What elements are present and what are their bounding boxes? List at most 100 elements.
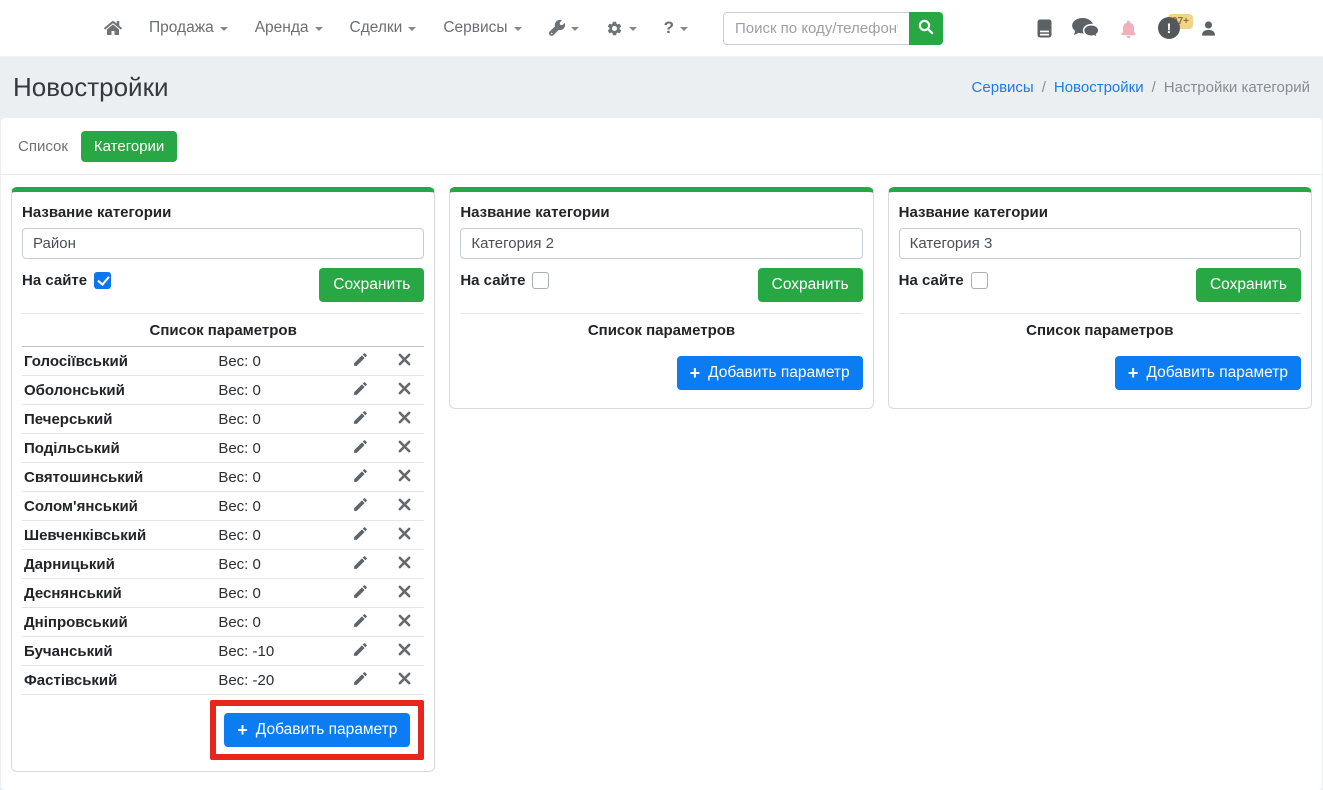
param-row: Солом'янський Вес: 0 xyxy=(22,492,424,521)
edit-param-button[interactable] xyxy=(336,554,384,575)
onsite-checkbox[interactable] xyxy=(971,272,988,289)
onsite-label: На сайте xyxy=(22,272,87,289)
onsite-row: На сайте Сохранить xyxy=(460,268,862,302)
param-row: Деснянський Вес: 0 xyxy=(22,579,424,608)
edit-param-button[interactable] xyxy=(336,409,384,430)
pencil-icon xyxy=(352,525,369,546)
edit-param-button[interactable] xyxy=(336,496,384,517)
search-button[interactable] xyxy=(909,12,943,45)
breadcrumb-link-novostroyki[interactable]: Новостройки xyxy=(1054,79,1144,96)
onsite-label: На сайте xyxy=(460,272,525,289)
add-param-button[interactable]: + Добавить параметр xyxy=(224,713,410,747)
edit-param-button[interactable] xyxy=(336,670,384,691)
search-group xyxy=(723,12,943,45)
add-param-row: + Добавить параметр xyxy=(22,695,424,763)
delete-param-button[interactable] xyxy=(384,498,424,515)
delete-param-button[interactable] xyxy=(384,382,424,399)
param-name: Солом'янський xyxy=(22,498,218,515)
add-param-button[interactable]: + Добавить параметр xyxy=(677,356,863,390)
onsite-checkbox[interactable] xyxy=(532,272,549,289)
help-icon: ? xyxy=(664,18,674,38)
home-button[interactable] xyxy=(104,20,122,36)
param-weight: Вес: 0 xyxy=(218,614,336,631)
category-card-1: Название категории На сайте Сохранить Сп… xyxy=(11,187,435,772)
params-table: Голосіївський Вес: 0 xyxy=(22,347,424,695)
category-name-input[interactable] xyxy=(460,228,862,259)
edit-param-button[interactable] xyxy=(336,438,384,459)
delete-param-button[interactable] xyxy=(384,643,424,660)
tools-menu[interactable] xyxy=(549,20,579,36)
red-highlight-box: + Добавить параметр xyxy=(210,700,424,760)
pencil-icon xyxy=(352,438,369,459)
edit-param-button[interactable] xyxy=(336,583,384,604)
search-icon xyxy=(918,19,934,38)
menu-prodazha[interactable]: Продажа xyxy=(149,19,228,37)
journal-icon[interactable] xyxy=(1037,19,1052,38)
param-row: Голосіївський Вес: 0 xyxy=(22,347,424,376)
delete-param-button[interactable] xyxy=(384,585,424,602)
delete-param-button[interactable] xyxy=(384,527,424,544)
edit-param-button[interactable] xyxy=(336,612,384,633)
param-weight: Вес: 0 xyxy=(218,440,336,457)
plus-icon: + xyxy=(1128,365,1139,381)
pencil-icon xyxy=(352,670,369,691)
param-row: Оболонський Вес: 0 xyxy=(22,376,424,405)
param-row: Шевченківський Вес: 0 xyxy=(22,521,424,550)
alert-icon[interactable]: 97+ ! xyxy=(1158,17,1180,39)
breadcrumb-link-servisy[interactable]: Сервисы xyxy=(972,79,1034,96)
category-name-input[interactable] xyxy=(22,228,424,259)
delete-param-button[interactable] xyxy=(384,469,424,486)
param-row: Святошинський Вес: 0 xyxy=(22,463,424,492)
menu-label: Продажа xyxy=(149,19,214,37)
tab-spisok[interactable]: Список xyxy=(18,131,68,162)
edit-param-button[interactable] xyxy=(336,525,384,546)
wrench-icon xyxy=(549,20,565,36)
delete-param-button[interactable] xyxy=(384,353,424,370)
delete-param-button[interactable] xyxy=(384,672,424,689)
category-name-label: Название категории xyxy=(460,204,862,221)
delete-param-button[interactable] xyxy=(384,614,424,631)
x-icon xyxy=(398,382,411,399)
breadcrumb-separator: / xyxy=(1152,79,1156,96)
save-button[interactable]: Сохранить xyxy=(1196,268,1301,302)
param-weight: Вес: 0 xyxy=(218,411,336,428)
add-param-button[interactable]: + Добавить параметр xyxy=(1115,356,1301,390)
category-name-input[interactable] xyxy=(899,228,1301,259)
edit-param-button[interactable] xyxy=(336,641,384,662)
delete-param-button[interactable] xyxy=(384,556,424,573)
save-button[interactable]: Сохранить xyxy=(319,268,424,302)
x-icon xyxy=(398,643,411,660)
top-navbar: Продажа Аренда Сделки Сервисы xyxy=(0,0,1323,57)
add-param-label: Добавить параметр xyxy=(1146,364,1288,382)
delete-param-button[interactable] xyxy=(384,440,424,457)
x-icon xyxy=(398,556,411,573)
tab-kategorii[interactable]: Категории xyxy=(81,131,177,162)
user-icon[interactable] xyxy=(1200,19,1217,38)
bell-icon[interactable] xyxy=(1119,18,1138,39)
edit-param-button[interactable] xyxy=(336,351,384,372)
edit-param-button[interactable] xyxy=(336,380,384,401)
pencil-icon xyxy=(352,467,369,488)
messages-icon[interactable] xyxy=(1072,18,1099,39)
help-menu[interactable]: ? xyxy=(664,18,688,38)
params-section: Список параметров + Добавить параметр xyxy=(460,313,862,400)
onsite-checkbox[interactable] xyxy=(94,272,111,289)
param-weight: Вес: 0 xyxy=(218,353,336,370)
param-name: Деснянський xyxy=(22,585,218,602)
settings-menu[interactable] xyxy=(606,20,637,37)
param-name: Шевченківський xyxy=(22,527,218,544)
search-input[interactable] xyxy=(723,12,909,45)
menu-servisy[interactable]: Сервисы xyxy=(443,19,521,37)
param-weight: Вес: 0 xyxy=(218,469,336,486)
onsite-group: На сайте xyxy=(899,268,988,289)
save-button[interactable]: Сохранить xyxy=(758,268,863,302)
delete-param-button[interactable] xyxy=(384,411,424,428)
plus-icon: + xyxy=(237,722,248,738)
param-row: Печерський Вес: 0 xyxy=(22,405,424,434)
home-icon xyxy=(104,20,122,36)
menu-sdelki[interactable]: Сделки xyxy=(350,19,417,37)
edit-param-button[interactable] xyxy=(336,467,384,488)
menu-arenda[interactable]: Аренда xyxy=(255,19,323,37)
param-row: Бучанський Вес: -10 xyxy=(22,637,424,666)
page-header: Новостройки Сервисы / Новостройки / Наст… xyxy=(0,57,1323,118)
